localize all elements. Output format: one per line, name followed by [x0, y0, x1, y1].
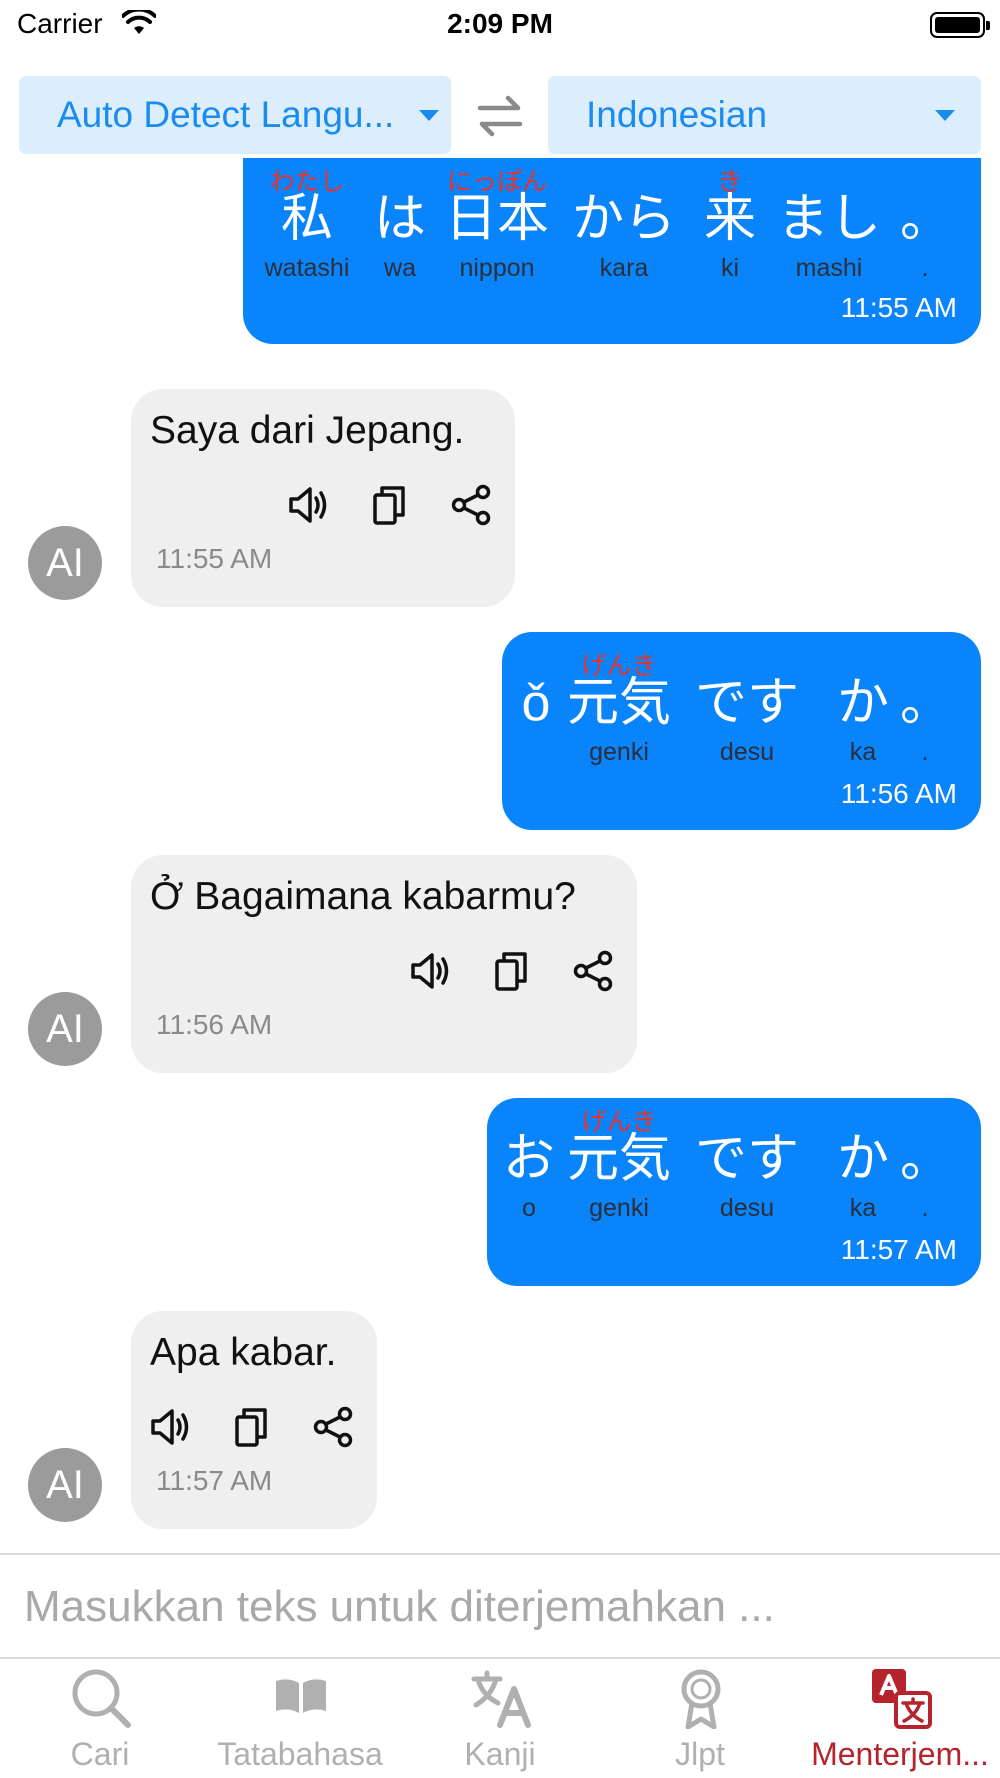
translate-input-area	[0, 1553, 1000, 1659]
message-time: 11:56 AM	[840, 778, 957, 809]
message-text: Apa kabar.	[150, 1331, 337, 1374]
user-message-bubble[interactable]: わたし 私 watashi は wa にっぽん 日本 nippon から kar…	[243, 158, 981, 344]
word-token: か ka	[836, 674, 889, 766]
swap-languages-icon[interactable]	[474, 90, 526, 142]
chat-list[interactable]: わたし 私 watashi は wa にっぽん 日本 nippon から kar…	[0, 158, 1000, 1553]
clock: 2:09 PM	[447, 8, 553, 39]
share-icon[interactable]	[447, 481, 495, 529]
translator-icon	[872, 1669, 932, 1729]
message-time: 11:56 AM	[156, 1009, 273, 1040]
message-text: Saya dari Jepang.	[150, 409, 465, 452]
tab-label: Menterjem...	[811, 1736, 989, 1772]
share-icon[interactable]	[309, 1403, 357, 1451]
avatar: AI	[28, 1448, 102, 1522]
tab-jlpt[interactable]: Jlpt	[600, 1659, 800, 1778]
word-token: 。 .	[900, 674, 953, 766]
tab-menterjemah[interactable]: Menterjem...	[800, 1659, 1000, 1778]
word-token: げんき 元気 genki	[566, 652, 671, 766]
tab-label: Jlpt	[675, 1736, 725, 1772]
message-time: 11:57 AM	[840, 1234, 957, 1265]
user-message-bubble[interactable]: ǒ げんき 元気 genki です desu か ka 。 . 11:56 AM	[502, 632, 981, 830]
user-message-bubble[interactable]: お o げんき 元気 genki です desu か ka 。 . 11:57 …	[487, 1098, 981, 1286]
word-token: は wa	[373, 190, 426, 282]
avatar: AI	[28, 526, 102, 600]
search-icon	[72, 1669, 131, 1728]
copy-icon[interactable]	[487, 947, 535, 995]
word-token: 。 .	[900, 1130, 953, 1222]
ai-message-bubble[interactable]: Apa kabar. 11:57 AM	[131, 1311, 377, 1529]
word-token: にっぽん 日本 nippon	[444, 168, 549, 282]
tab-bar: Cari Tatabahasa Kanji Jlpt Menterjem...	[0, 1659, 1000, 1778]
tab-tatabahasa[interactable]: Tatabahasa	[200, 1659, 400, 1778]
message-time: 11:57 AM	[156, 1465, 273, 1496]
book-icon	[276, 1679, 326, 1713]
speaker-icon[interactable]	[285, 481, 333, 529]
word-token: ǒ	[521, 674, 551, 732]
target-language-dropdown[interactable]: Indonesian	[548, 76, 981, 154]
avatar: AI	[28, 992, 102, 1066]
tab-kanji[interactable]: Kanji	[400, 1659, 600, 1778]
message-time: 11:55 AM	[156, 543, 273, 574]
battery-icon	[930, 12, 990, 38]
speaker-icon[interactable]	[407, 947, 455, 995]
word-token: わたし 私 watashi	[264, 168, 350, 282]
translate-input[interactable]	[24, 1569, 974, 1645]
word-token: から kara	[571, 190, 676, 282]
source-language-label: Auto Detect Langu...	[57, 94, 395, 135]
word-token: です desu	[694, 674, 799, 766]
word-token: お o	[502, 1130, 555, 1222]
source-language-dropdown[interactable]: Auto Detect Langu...	[19, 76, 451, 154]
translate-kanji-icon	[471, 1670, 531, 1728]
share-icon[interactable]	[569, 947, 617, 995]
copy-icon[interactable]	[365, 481, 413, 529]
word-token: げんき 元気 genki	[566, 1108, 671, 1222]
copy-icon[interactable]	[227, 1403, 275, 1451]
target-language-label: Indonesian	[586, 94, 768, 135]
tab-label: Kanji	[464, 1736, 536, 1772]
chevron-down-icon	[935, 110, 955, 121]
ai-message-bubble[interactable]: Ở Bagaimana kabarmu? 11:56 AM	[131, 855, 637, 1073]
word-token: き 来 ki	[703, 168, 756, 282]
chevron-down-icon	[419, 110, 439, 121]
message-time: 11:55 AM	[840, 292, 957, 323]
word-token: 。 .	[900, 190, 953, 282]
status-bar: Carrier 2:09 PM	[0, 0, 1000, 52]
tab-cari[interactable]: Cari	[0, 1659, 200, 1778]
word-token: まし mashi	[776, 190, 881, 282]
word-token: か ka	[836, 1130, 889, 1222]
word-token: です desu	[694, 1130, 799, 1222]
language-bar: Auto Detect Langu... Indonesian	[0, 76, 1000, 156]
tab-label: Tatabahasa	[217, 1736, 383, 1772]
award-icon	[681, 1669, 721, 1729]
speaker-icon[interactable]	[147, 1403, 195, 1451]
tab-label: Cari	[70, 1736, 130, 1772]
ai-message-bubble[interactable]: Saya dari Jepang. 11:55 AM	[131, 389, 515, 607]
message-text: Ở Bagaimana kabarmu?	[150, 875, 576, 918]
